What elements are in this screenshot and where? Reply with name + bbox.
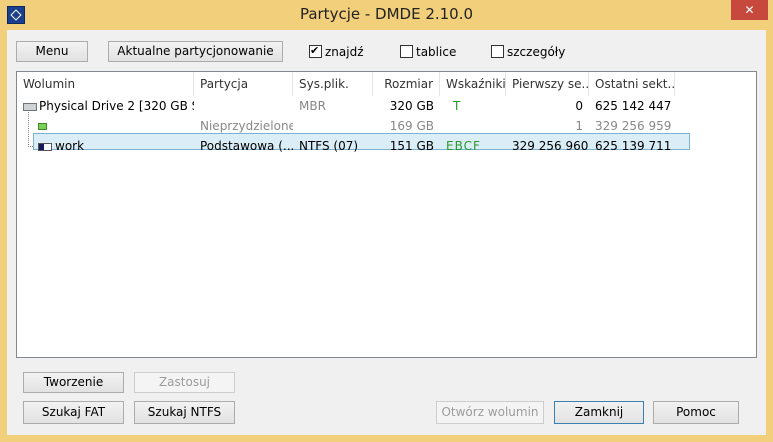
find-label: znajdź	[325, 45, 364, 59]
apply-button[interactable]: Zastosuj	[134, 372, 235, 393]
row-last-sector: 329 256 959	[595, 119, 672, 133]
column-header-filesystem[interactable]: Sys.plik.	[293, 72, 373, 96]
dialog-client-area: Menu Aktualne partycjonowanie znajdź tab…	[7, 30, 766, 435]
row-last-sector: 625 139 711	[595, 139, 672, 153]
row-first-sector: 0	[575, 99, 583, 113]
row-partition	[194, 97, 293, 116]
table-row[interactable]: Nieprzydzielone 169 GB 1 329 256 959	[17, 117, 756, 136]
row-size: 320 GB	[389, 99, 434, 113]
checkbox-unchecked-icon	[491, 45, 504, 58]
open-volume-button[interactable]: Otwórz wolumin	[436, 401, 544, 424]
column-header-partition[interactable]: Partycja	[194, 72, 293, 96]
details-label: szczegóły	[507, 45, 566, 59]
close-window-button[interactable]: ✕	[731, 0, 768, 20]
row-first-sector: 1	[575, 119, 583, 133]
create-button[interactable]: Tworzenie	[23, 372, 124, 393]
column-header-last-sector[interactable]: Ostatni sekt...	[589, 72, 675, 96]
row-filesystem	[293, 117, 373, 136]
table-row[interactable]: Physical Drive 2 [320 GB ST... MBR 320 G…	[17, 97, 756, 116]
row-size: 151 GB	[389, 139, 434, 153]
table-row[interactable]: work Podstawowa (... NTFS (07) 151 GB EB…	[17, 137, 756, 156]
column-header-first-sector[interactable]: Pierwszy se...	[506, 72, 589, 96]
details-checkbox[interactable]: szczegóły	[491, 44, 565, 60]
row-size: 169 GB	[389, 119, 434, 133]
row-flags: T	[453, 99, 461, 113]
unallocated-icon	[38, 123, 47, 130]
menu-button[interactable]: Menu	[16, 41, 88, 62]
row-filesystem: NTFS (07)	[299, 139, 359, 153]
row-partition: Podstawowa (...	[200, 139, 293, 153]
row-filesystem: MBR	[299, 99, 326, 113]
search-ntfs-button[interactable]: Szukaj NTFS	[134, 401, 235, 424]
row-volume: work	[55, 139, 85, 153]
tables-checkbox[interactable]: tablice	[400, 44, 456, 60]
current-partitioning-button[interactable]: Aktualne partycjonowanie	[108, 41, 283, 62]
list-header: Wolumin Partycja Sys.plik. Rozmiar Wskaź…	[17, 72, 756, 96]
column-header-flags[interactable]: Wskaźniki	[440, 72, 506, 96]
row-partition: Nieprzydzielone	[200, 119, 293, 133]
partition-list[interactable]: Wolumin Partycja Sys.plik. Rozmiar Wskaź…	[16, 71, 757, 358]
help-button[interactable]: Pomoc	[653, 401, 739, 424]
row-volume: Physical Drive 2 [320 GB ST...	[39, 99, 194, 113]
row-last-sector: 625 142 447	[595, 99, 672, 113]
checkbox-checked-icon	[309, 43, 322, 59]
row-first-sector: 329 256 960	[512, 139, 589, 153]
row-flags	[447, 117, 506, 136]
checkbox-unchecked-icon	[400, 45, 413, 58]
window-title: Partycje - DMDE 2.10.0	[299, 5, 474, 23]
row-flags: EBCF	[446, 139, 481, 153]
column-header-volume[interactable]: Wolumin	[17, 72, 194, 96]
column-header-size[interactable]: Rozmiar	[373, 72, 440, 96]
title-bar[interactable]: Partycje - DMDE 2.10.0 ✕	[0, 0, 773, 30]
row-volume	[47, 117, 194, 136]
tables-label: tablice	[416, 45, 457, 59]
dialog-window: Partycje - DMDE 2.10.0 ✕ Menu Aktualne p…	[0, 0, 773, 442]
search-fat-button[interactable]: Szukaj FAT	[23, 401, 124, 424]
find-checkbox[interactable]: znajdź	[309, 43, 364, 60]
close-button[interactable]: Zamknij	[554, 401, 644, 424]
